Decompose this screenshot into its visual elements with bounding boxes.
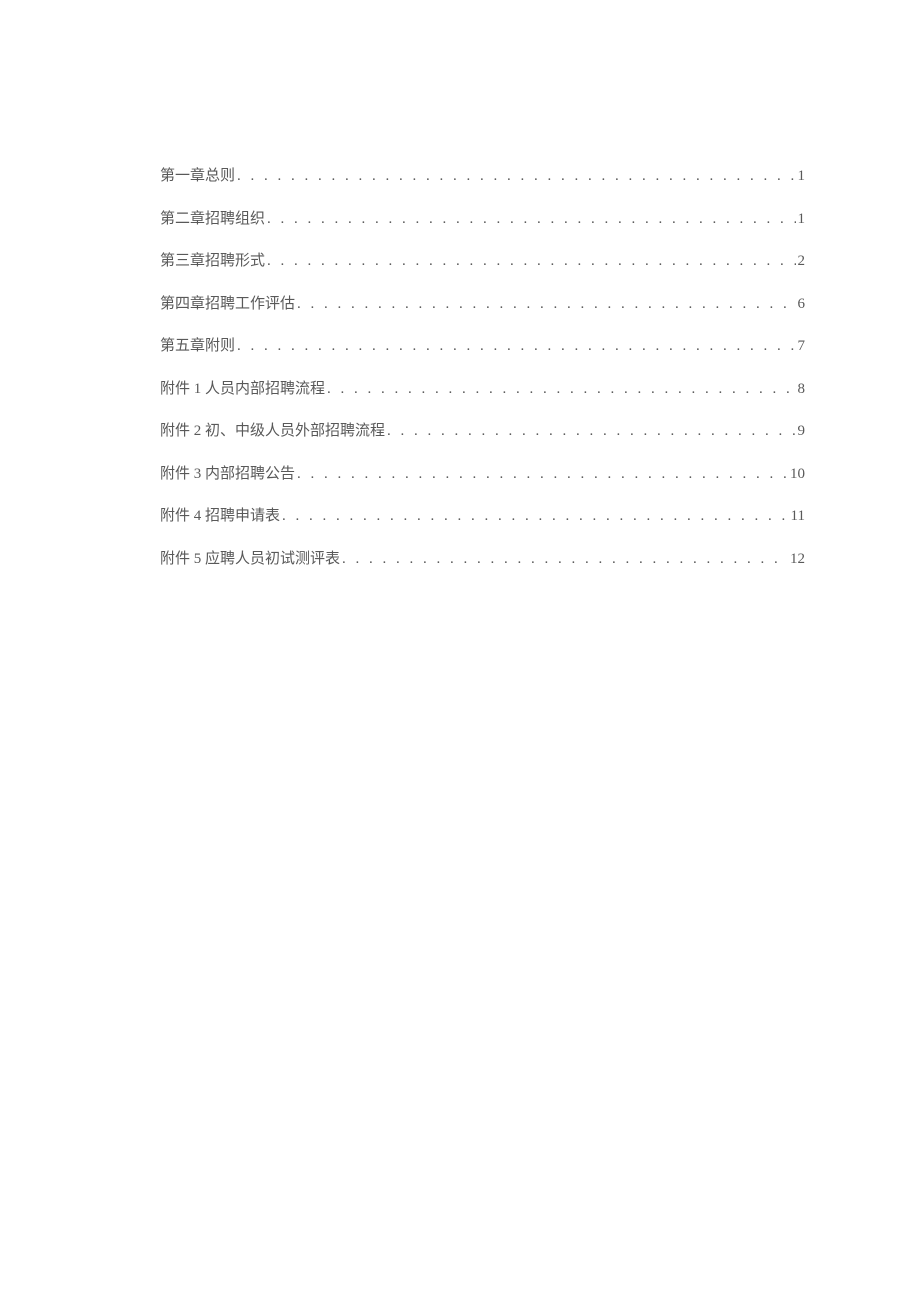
toc-title: 附件 2 初、中级人员外部招聘流程 bbox=[160, 420, 385, 443]
toc-page-number: 12 bbox=[790, 548, 805, 571]
toc-entry: 第二章招聘组织 . . . . . . . . . . . . . . . . … bbox=[160, 208, 805, 231]
toc-entry: 附件 4 招聘申请表 . . . . . . . . . . . . . . .… bbox=[160, 505, 805, 528]
toc-entry: 附件 5 应聘人员初试测评表 . . . . . . . . . . . . .… bbox=[160, 548, 805, 571]
toc-title: 第四章招聘工作评估 bbox=[160, 293, 295, 316]
toc-title: 附件 5 应聘人员初试测评表 bbox=[160, 548, 340, 571]
toc-title: 第二章招聘组织 bbox=[160, 208, 265, 231]
toc-dots: . . . . . . . . . . . . . . . . . . . . … bbox=[237, 165, 795, 188]
toc-entry: 第三章招聘形式 . . . . . . . . . . . . . . . . … bbox=[160, 250, 805, 273]
toc-dots: . . . . . . . . . . . . . . . . . . . . … bbox=[237, 335, 795, 358]
toc-title: 附件 3 内部招聘公告 bbox=[160, 463, 295, 486]
toc-entry: 附件 1 人员内部招聘流程 . . . . . . . . . . . . . … bbox=[160, 378, 805, 401]
toc-title: 第一章总则 bbox=[160, 165, 235, 188]
toc-dots: . . . . . . . . . . . . . . . . . . . . … bbox=[297, 463, 788, 486]
toc-dots: . . . . . . . . . . . . . . . . . . . . … bbox=[342, 548, 788, 571]
toc-page-number: 2 bbox=[798, 250, 806, 273]
toc-entry: 第四章招聘工作评估 . . . . . . . . . . . . . . . … bbox=[160, 293, 805, 316]
toc-entry: 第五章附则 . . . . . . . . . . . . . . . . . … bbox=[160, 335, 805, 358]
toc-page-number: 9 bbox=[798, 420, 806, 443]
document-page: 第一章总则 . . . . . . . . . . . . . . . . . … bbox=[0, 0, 920, 570]
toc-dots: . . . . . . . . . . . . . . . . . . . . … bbox=[267, 250, 795, 273]
toc-title: 附件 4 招聘申请表 bbox=[160, 505, 280, 528]
toc-entry: 附件 2 初、中级人员外部招聘流程 . . . . . . . . . . . … bbox=[160, 420, 805, 443]
toc-page-number: 8 bbox=[798, 378, 806, 401]
toc-page-number: 10 bbox=[790, 463, 805, 486]
toc-entry: 附件 3 内部招聘公告 . . . . . . . . . . . . . . … bbox=[160, 463, 805, 486]
toc-dots: . . . . . . . . . . . . . . . . . . . . … bbox=[282, 505, 789, 528]
toc-dots: . . . . . . . . . . . . . . . . . . . . … bbox=[297, 293, 795, 316]
toc-page-number: 6 bbox=[798, 293, 806, 316]
toc-dots: . . . . . . . . . . . . . . . . . . . . … bbox=[327, 378, 795, 401]
toc-dots: . . . . . . . . . . . . . . . . . . . . … bbox=[267, 208, 795, 231]
toc-page-number: 11 bbox=[791, 505, 805, 528]
toc-title: 第五章附则 bbox=[160, 335, 235, 358]
toc-entry: 第一章总则 . . . . . . . . . . . . . . . . . … bbox=[160, 165, 805, 188]
toc-title: 附件 1 人员内部招聘流程 bbox=[160, 378, 325, 401]
toc-page-number: 1 bbox=[798, 165, 806, 188]
toc-dots: . . . . . . . . . . . . . . . . . . . . … bbox=[387, 420, 795, 443]
toc-page-number: 1 bbox=[798, 208, 806, 231]
toc-title: 第三章招聘形式 bbox=[160, 250, 265, 273]
toc-page-number: 7 bbox=[798, 335, 806, 358]
